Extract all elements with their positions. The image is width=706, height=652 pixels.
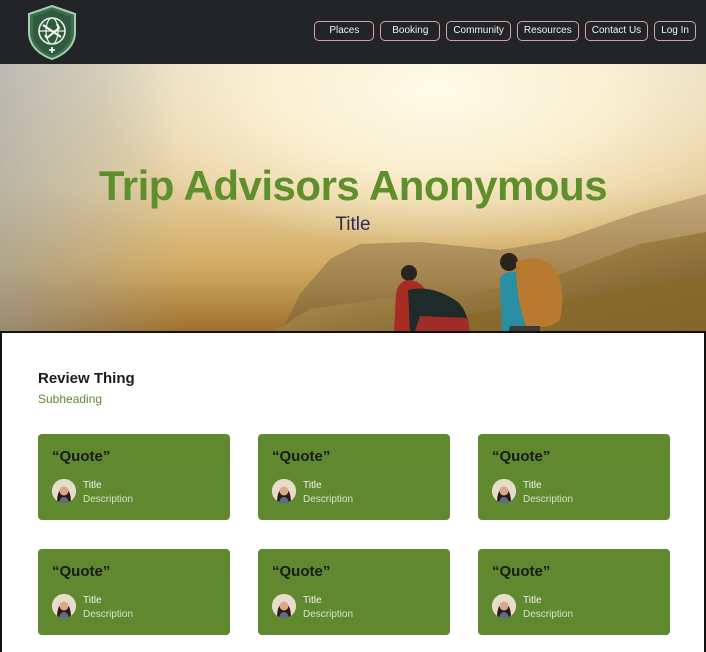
nav-resources-button[interactable]: Resources [516,21,579,41]
review-card[interactable]: “Quote” Title Description [478,549,670,635]
review-author-title: Title [83,595,102,606]
review-author-description: Description [83,609,134,620]
review-quote: “Quote” [492,563,551,580]
review-author-title: Title [303,595,322,606]
section-subheading: Subheading [38,392,103,406]
review-quote: “Quote” [272,563,331,580]
review-author-title: Title [303,480,322,491]
shield-globe-logo-icon[interactable] [26,4,78,60]
review-card[interactable]: “Quote” Title Description [478,434,670,520]
avatar-portrait-icon [492,594,516,618]
avatar-portrait-icon [52,479,76,503]
review-card[interactable]: “Quote” Title Description [38,549,230,635]
review-card[interactable]: “Quote” Title Description [258,549,450,635]
review-quote: “Quote” [492,448,551,465]
reviews-section: Review Thing Subheading “Quote” Title De… [0,331,706,652]
avatar-portrait-icon [52,594,76,618]
review-card[interactable]: “Quote” Title Description [38,434,230,520]
avatar-portrait-icon [272,594,296,618]
review-author-description: Description [303,494,354,505]
nav-places-button[interactable]: Places [314,21,375,41]
review-author-title: Title [523,480,542,491]
hero-banner: Trip Advisors Anonymous Title [0,64,706,334]
hero-subtitle: Title [335,214,371,235]
review-card[interactable]: “Quote” Title Description [258,434,450,520]
review-author-description: Description [83,494,134,505]
review-quote: “Quote” [272,448,331,465]
review-quote: “Quote” [52,448,111,465]
review-author-description: Description [303,609,354,620]
review-author-description: Description [523,494,574,505]
review-author-title: Title [83,480,102,491]
nav-contact-button[interactable]: Contact Us [584,21,649,41]
top-navbar: Places Booking Community Resources Conta… [0,0,706,64]
nav-community-button[interactable]: Community [446,21,511,41]
review-quote: “Quote” [52,563,111,580]
section-heading: Review Thing [38,370,135,387]
hero-title: Trip Advisors Anonymous [98,162,608,209]
review-author-title: Title [523,595,542,606]
avatar-portrait-icon [272,479,296,503]
review-author-description: Description [523,609,574,620]
avatar-portrait-icon [492,479,516,503]
main-nav: Places Booking Community Resources Conta… [314,21,696,41]
nav-login-button[interactable]: Log In [654,21,696,41]
nav-booking-button[interactable]: Booking [380,21,441,41]
